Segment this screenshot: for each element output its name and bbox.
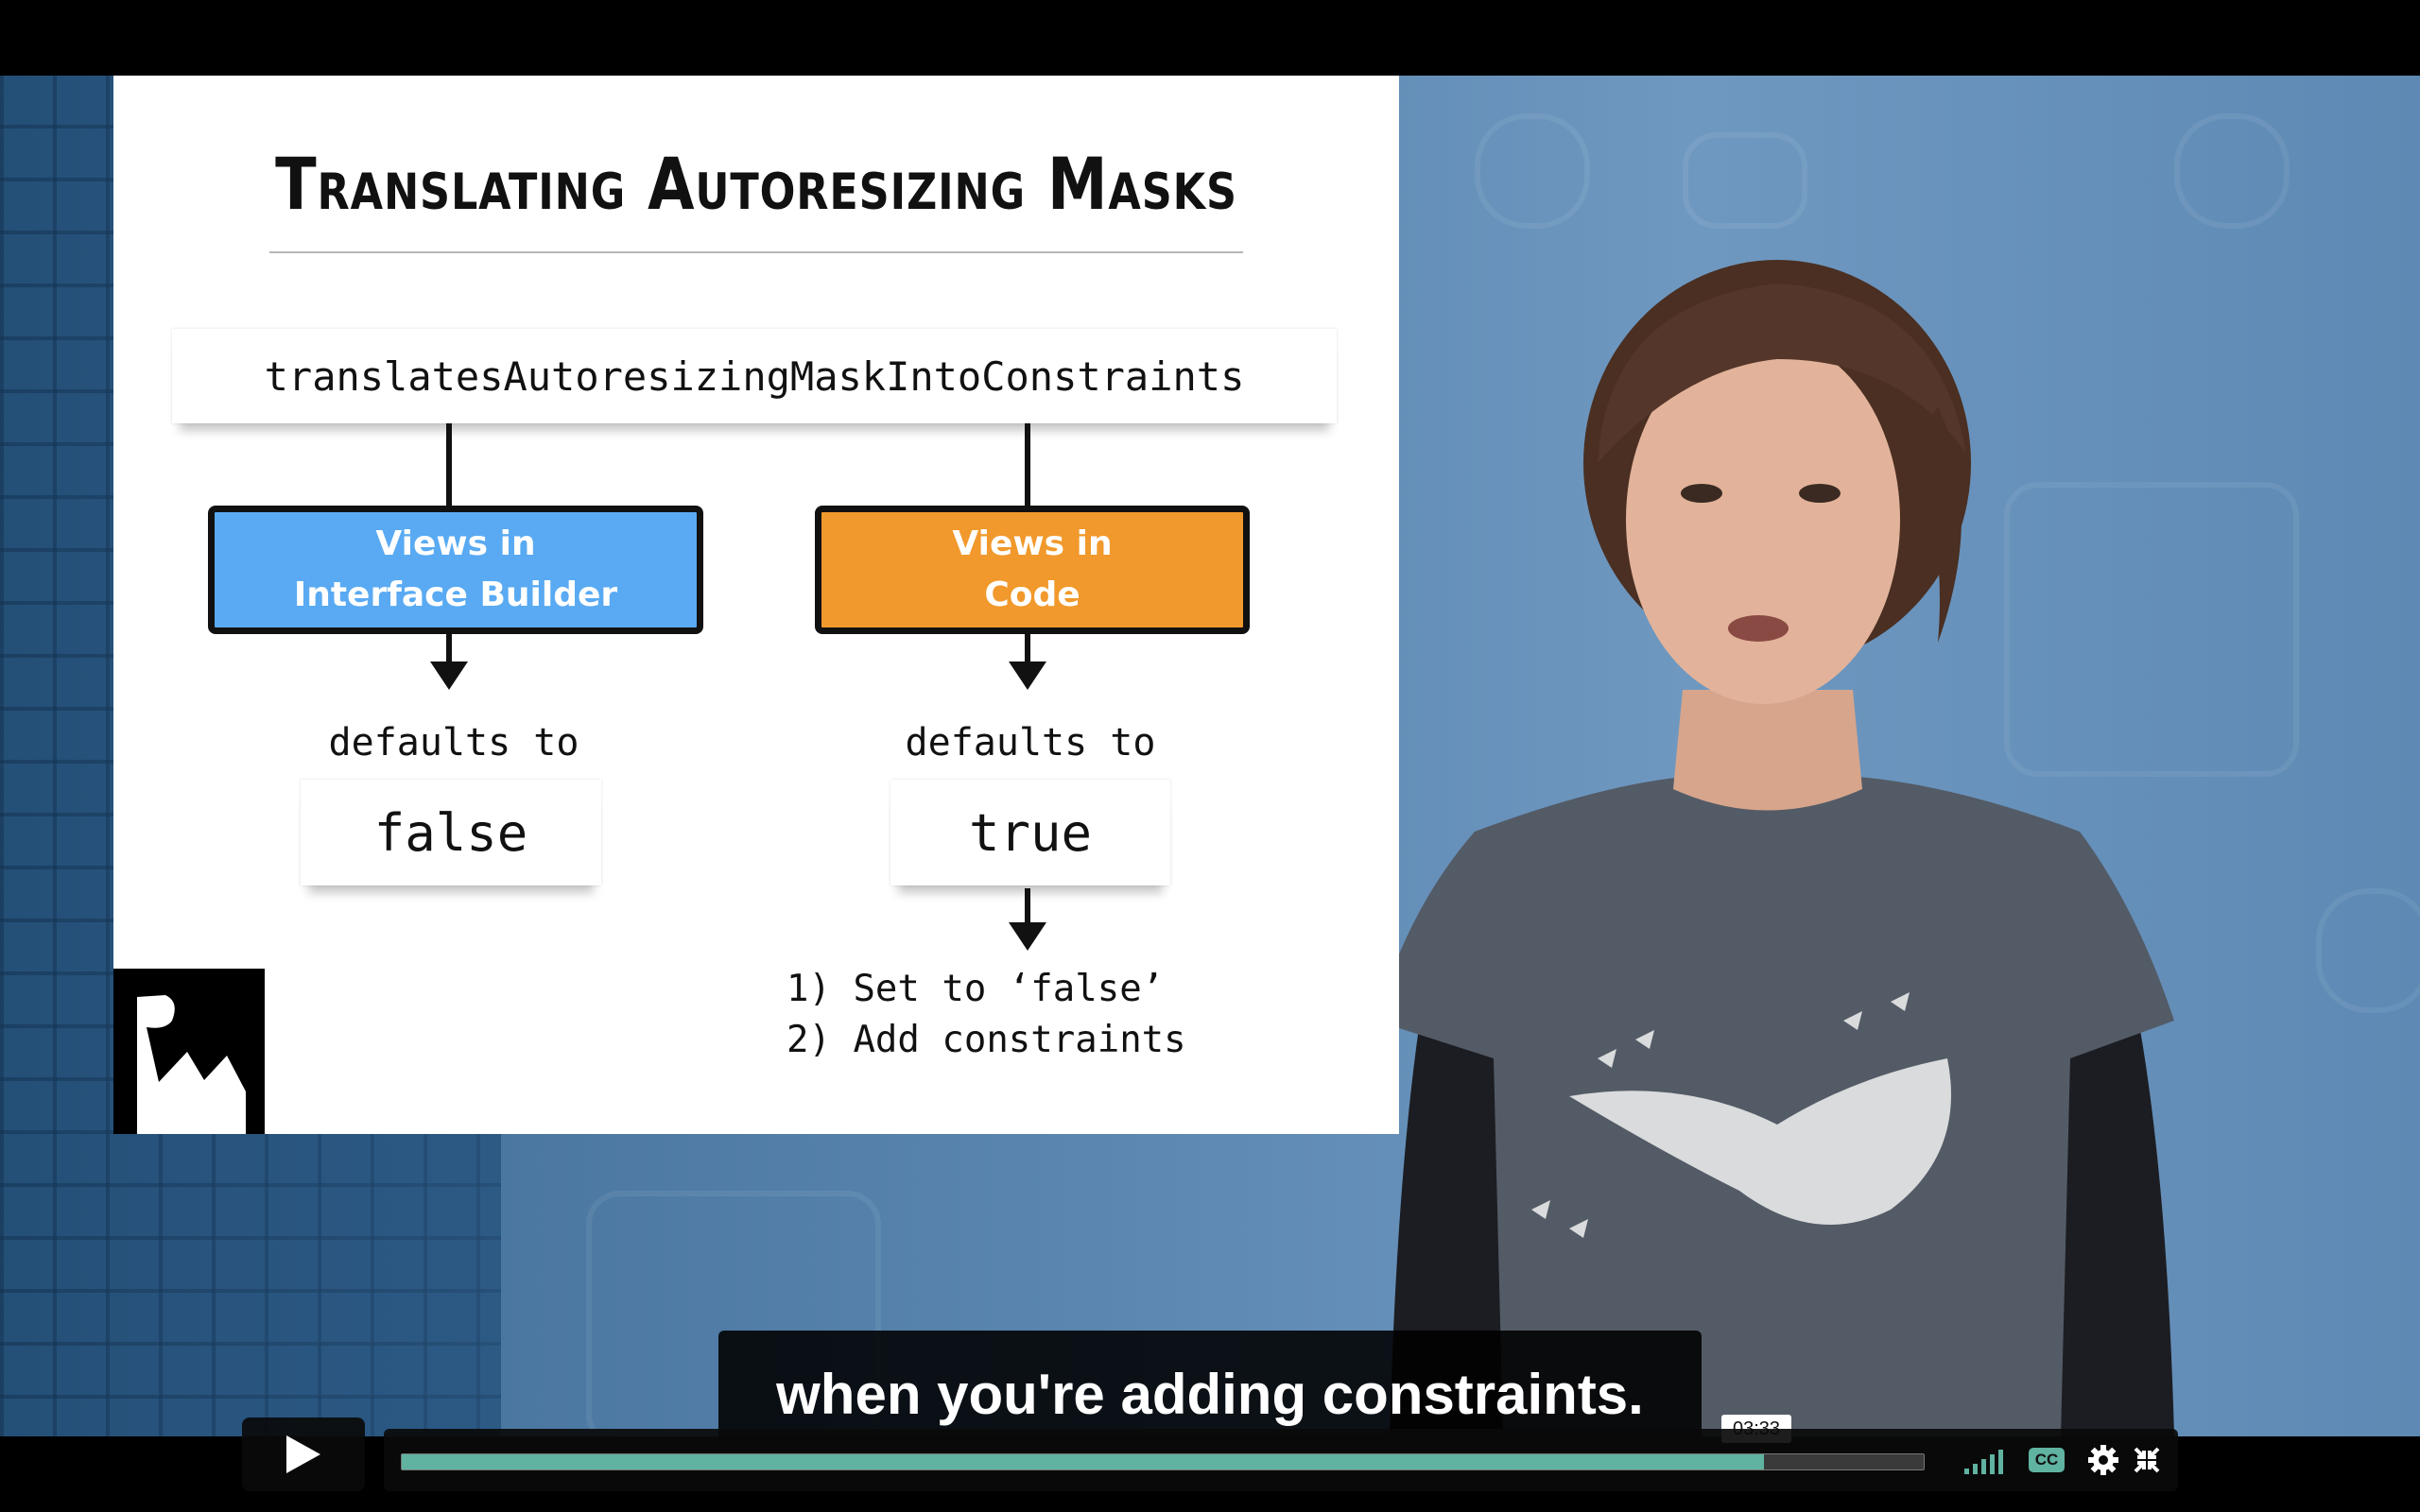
title-divider [269, 251, 1243, 253]
arrow-down-icon [430, 662, 468, 690]
control-bar: CC [384, 1429, 2178, 1491]
video-frame[interactable]: Translating Autoresizing Masks translate… [0, 76, 2420, 1436]
background-icon [1475, 113, 1590, 229]
subtitle-caption: when you're adding constraints. [718, 1331, 1702, 1436]
property-name-card: translatesAutoresizingMaskIntoConstraint… [172, 329, 1337, 423]
play-icon [286, 1435, 320, 1473]
defaults-to-label: defaults to [905, 721, 1156, 765]
connector-line [1025, 627, 1030, 665]
progress-bar[interactable] [401, 1453, 1925, 1470]
box-label-line1: Views in [375, 524, 536, 563]
box-label-line2: Interface Builder [293, 576, 618, 614]
steps-list: 1) Set to ‘false’ 2) Add constraints [786, 964, 1186, 1066]
step-2: 2) Add constraints [786, 1019, 1186, 1061]
fullscreen-exit-icon[interactable] [2133, 1446, 2161, 1478]
box-label-line1: Views in [952, 524, 1113, 563]
step-1: 1) Set to ‘false’ [786, 968, 1165, 1010]
volume-bars-icon[interactable] [1964, 1448, 2003, 1474]
true-value-card: true [890, 780, 1170, 885]
video-player[interactable]: Translating Autoresizing Masks translate… [0, 0, 2420, 1512]
lecture-slide: Translating Autoresizing Masks translate… [113, 76, 1399, 1134]
presenter [1375, 260, 2174, 1436]
arrow-down-icon [1009, 662, 1046, 690]
arrow-down-icon [1009, 922, 1046, 951]
defaults-to-label: defaults to [328, 721, 579, 765]
connector-line [446, 423, 452, 508]
interface-builder-box: Views in Interface Builder [208, 506, 703, 634]
connector-line [446, 627, 452, 665]
connector-line [1025, 423, 1030, 508]
progress-fill [402, 1454, 1764, 1469]
false-value-card: false [301, 780, 601, 885]
gear-icon[interactable] [2087, 1444, 2119, 1480]
connector-line [1025, 888, 1030, 926]
closed-captions-button[interactable]: CC [2029, 1448, 2065, 1472]
raywenderlich-logo [113, 969, 265, 1134]
box-label-line2: Code [984, 576, 1080, 614]
slide-title: Translating Autoresizing Masks [275, 142, 1237, 226]
play-button[interactable] [242, 1418, 365, 1491]
background-icon [1683, 132, 1807, 229]
code-box: Views in Code [815, 506, 1250, 634]
background-icon [2174, 113, 2290, 229]
background-icon [2316, 888, 2420, 1013]
